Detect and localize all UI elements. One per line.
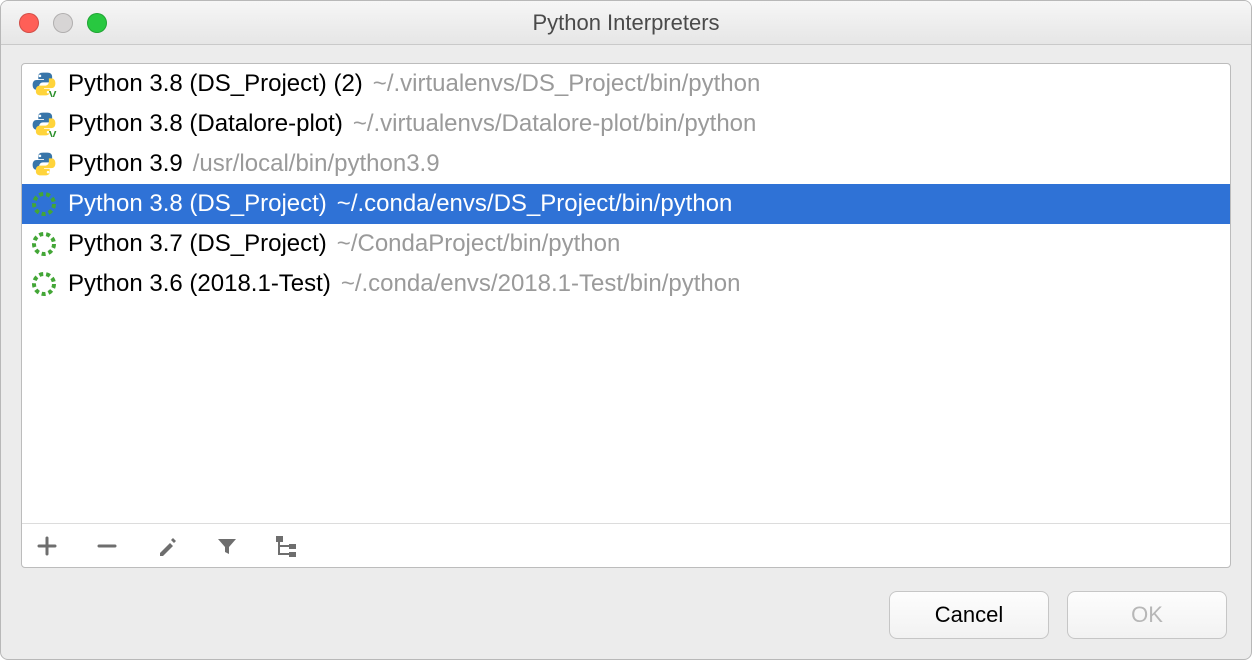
interpreter-name: Python 3.9: [68, 150, 183, 178]
python-interpreters-dialog: Python Interpreters V Python 3.8 (DS_Proj…: [0, 0, 1252, 660]
interpreter-path: ~/CondaProject/bin/python: [337, 230, 621, 258]
interpreter-path: ~/.virtualenvs/DS_Project/bin/python: [373, 70, 761, 98]
interpreter-path: ~/.conda/envs/DS_Project/bin/python: [337, 190, 733, 218]
remove-button[interactable]: [92, 531, 122, 561]
dialog-footer: Cancel OK: [1, 568, 1251, 659]
ok-label: OK: [1131, 602, 1163, 628]
interpreter-row[interactable]: Python 3.6 (2018.1-Test) ~/.conda/envs/20…: [22, 264, 1230, 304]
conda-icon: [30, 230, 58, 258]
cancel-button[interactable]: Cancel: [889, 591, 1049, 639]
window-controls: [1, 13, 107, 33]
interpreter-name: Python 3.6 (2018.1-Test): [68, 270, 331, 298]
filter-button[interactable]: [212, 531, 242, 561]
python-venv-icon: V: [30, 110, 58, 138]
interpreter-row[interactable]: Python 3.9/usr/local/bin/python3.9: [22, 144, 1230, 184]
tree-view-button[interactable]: [272, 531, 302, 561]
add-button[interactable]: [32, 531, 62, 561]
interpreter-list-frame: V Python 3.8 (DS_Project) (2) ~/.virtualen…: [21, 63, 1231, 568]
content-area: V Python 3.8 (DS_Project) (2) ~/.virtualen…: [1, 45, 1251, 568]
interpreter-path: ~/.conda/envs/2018.1-Test/bin/python: [341, 270, 741, 298]
conda-icon: [30, 190, 58, 218]
interpreter-row[interactable]: V Python 3.8 (Datalore-plot) ~/.virtualenv…: [22, 104, 1230, 144]
svg-text:V: V: [49, 90, 57, 97]
svg-text:V: V: [49, 130, 57, 137]
interpreter-list[interactable]: V Python 3.8 (DS_Project) (2) ~/.virtualen…: [22, 64, 1230, 523]
interpreter-name: Python 3.8 (Datalore-plot): [68, 110, 343, 138]
zoom-window-icon[interactable]: [87, 13, 107, 33]
interpreter-row[interactable]: V Python 3.8 (DS_Project) (2) ~/.virtualen…: [22, 64, 1230, 104]
minimize-window-icon: [53, 13, 73, 33]
python-icon: [30, 150, 58, 178]
list-toolbar: [22, 523, 1230, 567]
interpreter-path: /usr/local/bin/python3.9: [193, 150, 440, 178]
interpreter-name: Python 3.8 (DS_Project): [68, 190, 327, 218]
cancel-label: Cancel: [935, 602, 1003, 628]
python-venv-icon: V: [30, 70, 58, 98]
conda-icon: [30, 270, 58, 298]
interpreter-row[interactable]: Python 3.7 (DS_Project) ~/CondaProject/bi…: [22, 224, 1230, 264]
interpreter-row[interactable]: Python 3.8 (DS_Project) ~/.conda/envs/DS_…: [22, 184, 1230, 224]
interpreter-path: ~/.virtualenvs/Datalore-plot/bin/python: [353, 110, 757, 138]
titlebar: Python Interpreters: [1, 1, 1251, 45]
edit-button[interactable]: [152, 531, 182, 561]
interpreter-name: Python 3.8 (DS_Project) (2): [68, 70, 363, 98]
window-title: Python Interpreters: [1, 10, 1251, 36]
interpreter-name: Python 3.7 (DS_Project): [68, 230, 327, 258]
close-window-icon[interactable]: [19, 13, 39, 33]
ok-button[interactable]: OK: [1067, 591, 1227, 639]
